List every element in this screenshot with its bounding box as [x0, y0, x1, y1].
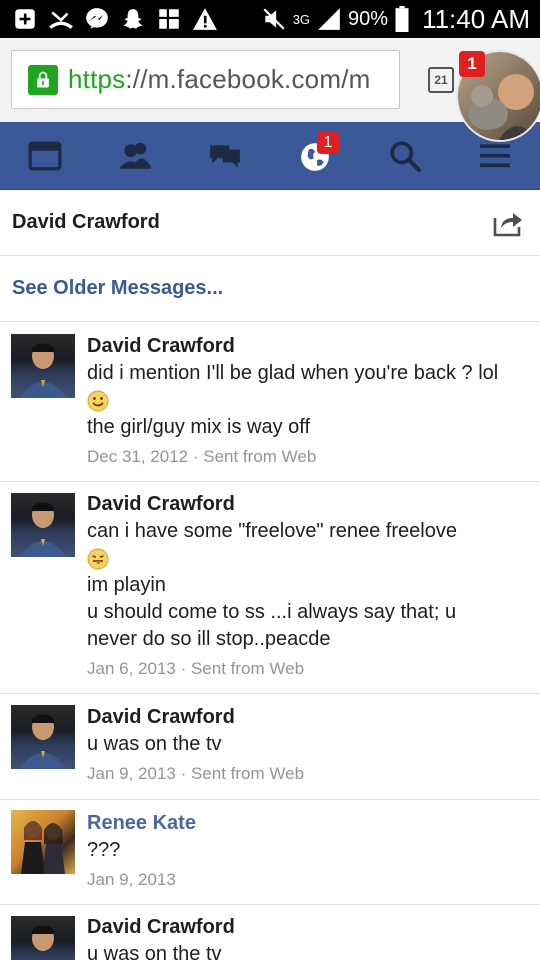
url-rest: ://m.facebook.com/m — [125, 64, 371, 94]
message-sender[interactable]: David Crawford — [87, 704, 528, 731]
message-item: David Crawford can i have some "freelove… — [0, 482, 540, 694]
message-sender[interactable]: David Crawford — [87, 333, 528, 360]
notifications-badge: 1 — [317, 131, 339, 154]
status-bar: 3G 90% 11:40 AM — [0, 0, 540, 38]
add-icon — [12, 6, 38, 32]
warning-icon — [192, 6, 218, 32]
message-item: Renee Kate ??? Jan 9, 2013 — [0, 800, 540, 905]
message-meta: Jan 6, 2013 · Sent from Web — [87, 659, 305, 678]
message-meta: Jan 9, 2013 · Sent from Web — [87, 764, 305, 783]
message-emoji-line — [87, 545, 528, 572]
message-sender[interactable]: Renee Kate — [87, 810, 528, 837]
mute-icon — [261, 6, 287, 32]
conversation-title: David Crawford — [12, 211, 160, 233]
avatar[interactable] — [11, 916, 75, 960]
message-text: im playin — [87, 574, 166, 596]
avatar[interactable] — [11, 334, 75, 398]
chathead-badge: 1 — [459, 51, 485, 77]
message-meta: Jan 9, 2013 — [87, 870, 176, 889]
see-older-messages-link[interactable]: See Older Messages... — [12, 277, 223, 300]
message-sender[interactable]: David Crawford — [87, 491, 528, 518]
message-sender[interactable]: David Crawford — [87, 914, 528, 941]
address-bar[interactable]: https://m.facebook.com/m — [11, 50, 400, 109]
message-text: ??? — [87, 839, 121, 861]
message-text: never do so ill stop..peacde — [87, 628, 331, 650]
facebook-nav-bar: 1 — [0, 122, 540, 190]
tongue-emoji-icon — [87, 548, 109, 570]
message-item: David Crawford u was on the tv — [0, 905, 540, 960]
tab-switcher-button[interactable]: 21 — [428, 67, 454, 93]
network-type: 3G — [292, 11, 311, 27]
see-older-row: See Older Messages... — [0, 256, 540, 322]
nav-search[interactable] — [381, 132, 429, 180]
nav-news-feed[interactable] — [21, 132, 69, 180]
url-text: https://m.facebook.com/m — [68, 64, 370, 95]
smile-emoji-icon — [87, 390, 109, 412]
avatar[interactable] — [11, 493, 75, 557]
messages-icon — [210, 144, 240, 168]
message-text: u was on the tv — [87, 943, 222, 960]
avatar[interactable] — [11, 705, 75, 769]
message-text: did i mention I'll be glad when you're b… — [87, 362, 499, 384]
battery-icon — [394, 6, 410, 32]
gallery-icon — [156, 6, 182, 32]
messenger-icon — [84, 6, 110, 32]
avatar[interactable] — [11, 810, 75, 874]
url-scheme: https — [68, 64, 126, 94]
lock-icon — [28, 64, 58, 95]
nav-friend-requests[interactable] — [111, 132, 159, 180]
nav-messages[interactable] — [201, 132, 249, 180]
battery-percent: 90% — [348, 7, 389, 30]
hamburger-menu-icon — [480, 143, 510, 167]
message-emoji-line — [87, 387, 528, 414]
snapchat-icon — [120, 6, 146, 32]
message-text: u should come to ss ...i always say that… — [87, 601, 457, 623]
clock: 11:40 AM — [422, 3, 530, 34]
news-feed-icon — [28, 141, 62, 170]
share-icon[interactable] — [492, 208, 524, 238]
signal-icon — [316, 6, 342, 32]
search-icon — [390, 140, 421, 172]
nav-notifications[interactable]: 1 — [291, 131, 339, 180]
message-item: David Crawford did i mention I'll be gla… — [0, 322, 540, 482]
missed-call-icon — [48, 6, 74, 32]
friends-icon — [119, 142, 151, 169]
message-text: u was on the tv — [87, 733, 222, 755]
message-text: the girl/guy mix is way off — [87, 416, 311, 438]
message-item: David Crawford u was on the tv Jan 9, 20… — [0, 694, 540, 800]
message-text: can i have some "freelove" renee freelov… — [87, 520, 457, 542]
conversation-header: David Crawford — [0, 190, 540, 256]
message-meta: Dec 31, 2012 · Sent from Web — [87, 447, 317, 466]
